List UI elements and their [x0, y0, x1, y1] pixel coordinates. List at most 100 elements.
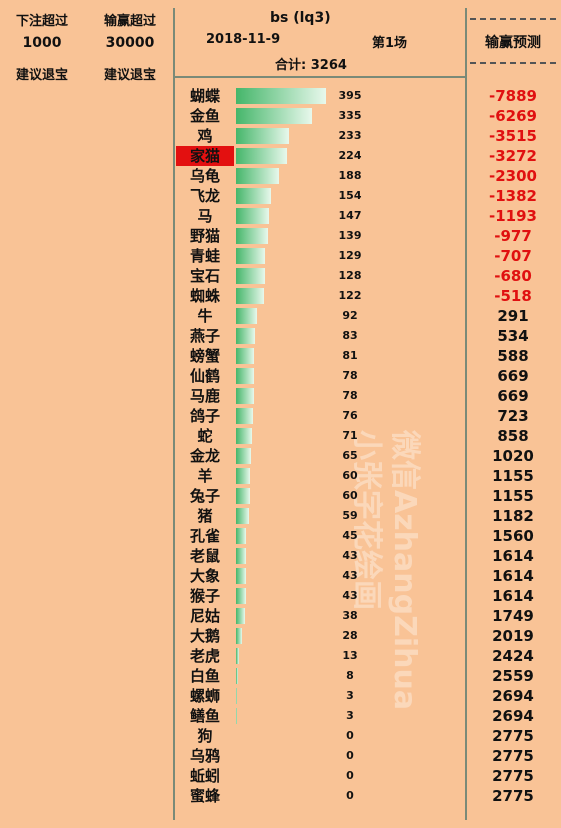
bar: [236, 528, 247, 544]
category-label: 燕子: [189, 327, 220, 345]
category-label: 鳝鱼: [189, 707, 220, 725]
prediction-value: 2559: [492, 667, 534, 685]
prediction-value: 2424: [492, 647, 534, 665]
bar-value-label: 60: [342, 489, 358, 502]
category-label: 孔雀: [189, 527, 220, 545]
bar-value-label: 71: [342, 429, 358, 442]
bar-value-label: 188: [338, 169, 362, 182]
bar-value-label: 139: [338, 229, 362, 242]
bar-value-label: 335: [338, 109, 362, 122]
bar: [236, 128, 290, 144]
bar: [236, 168, 279, 184]
bar-value-label: 3: [346, 689, 354, 702]
bar-value-label: 38: [342, 609, 358, 622]
category-label: 鸽子: [189, 407, 220, 425]
bar: [236, 668, 238, 684]
bar: [236, 688, 237, 704]
prediction-value: -2300: [489, 167, 537, 185]
prediction-value: 2775: [492, 727, 534, 745]
category-label: 飞龙: [189, 187, 220, 205]
category-label: 野猫: [189, 227, 220, 245]
watermark-line1: 微信AzhangZihua: [387, 430, 422, 711]
prediction-value: 2775: [492, 747, 534, 765]
prediction-value: 1182: [492, 507, 534, 525]
category-label: 兔子: [189, 487, 220, 505]
bar-value-label: 60: [342, 469, 358, 482]
category-label: 家猫: [176, 146, 234, 166]
bar: [236, 508, 250, 524]
category-label: 仙鹤: [189, 367, 220, 385]
prediction-value: -680: [494, 267, 532, 285]
prediction-value: 588: [497, 347, 529, 365]
bar-value-label: 78: [342, 369, 358, 382]
prediction-value: 1614: [492, 567, 534, 585]
prediction-dash-top: [470, 18, 556, 20]
right-divider: [465, 8, 467, 820]
left-divider: [173, 8, 175, 820]
prediction-value: 534: [497, 327, 529, 345]
bar-value-label: 43: [342, 569, 358, 582]
bar: [236, 88, 326, 104]
bar: [236, 328, 255, 344]
bar: [236, 228, 268, 244]
bar: [236, 348, 255, 364]
bar-value-label: 92: [342, 309, 358, 322]
prediction-value: 669: [497, 387, 529, 405]
bar-value-label: 0: [346, 729, 354, 742]
category-label: 金鱼: [189, 107, 220, 125]
bar-value-label: 45: [342, 529, 358, 542]
bar-value-label: 81: [342, 349, 358, 362]
category-label: 牛: [197, 307, 213, 325]
category-label: 螃蟹: [189, 347, 220, 365]
category-label: 马鹿: [189, 387, 220, 405]
bar-value-label: 154: [338, 189, 362, 202]
bar-value-label: 78: [342, 389, 358, 402]
prediction-value: 2775: [492, 767, 534, 785]
category-label: 狗: [197, 727, 213, 745]
category-label: 蚯蚓: [189, 767, 220, 785]
prediction-value: 669: [497, 367, 529, 385]
bar-value-label: 122: [338, 289, 362, 302]
total-label: 合计: 3264: [275, 58, 347, 73]
bar-value-label: 8: [346, 669, 354, 682]
category-label: 老虎: [189, 647, 220, 665]
category-label: 蜘蛛: [189, 287, 220, 305]
category-label: 大鹅: [189, 627, 220, 645]
prediction-value: 858: [497, 427, 529, 445]
category-label: 白鱼: [189, 667, 220, 685]
bar-value-label: 395: [338, 89, 362, 102]
category-label: 猴子: [189, 587, 220, 605]
bar: [236, 248, 266, 264]
bar: [236, 588, 246, 604]
bar-value-label: 233: [338, 129, 362, 142]
prediction-value: 1155: [492, 467, 534, 485]
bar: [236, 628, 243, 644]
prediction-value: -707: [494, 247, 532, 265]
prediction-dash-bottom: [470, 62, 556, 64]
prediction-value: 2775: [492, 787, 534, 805]
prediction-value: -1382: [489, 187, 537, 205]
prediction-value: 1614: [492, 547, 534, 565]
category-label: 马: [197, 207, 213, 225]
bar-value-label: 65: [342, 449, 358, 462]
prediction-value: -7889: [489, 87, 537, 105]
bar: [236, 708, 237, 724]
round-label: 第1场: [372, 36, 408, 51]
header-divider: [173, 76, 467, 78]
prediction-header: 输赢预测: [485, 35, 541, 51]
category-label: 宝石: [189, 267, 220, 285]
prediction-value: 723: [497, 407, 529, 425]
prediction-value: -977: [494, 227, 532, 245]
bar: [236, 108, 313, 124]
prediction-value: -3272: [489, 147, 537, 165]
bar: [236, 208, 270, 224]
prediction-value: 1560: [492, 527, 534, 545]
prediction-value: 291: [497, 307, 529, 325]
bet-over-value: 1000: [22, 35, 62, 51]
category-label: 青蛙: [189, 247, 220, 265]
bar: [236, 568, 246, 584]
category-label: 金龙: [189, 447, 220, 465]
prediction-value: 1155: [492, 487, 534, 505]
bar-value-label: 3: [346, 709, 354, 722]
prediction-value: 1020: [492, 447, 534, 465]
